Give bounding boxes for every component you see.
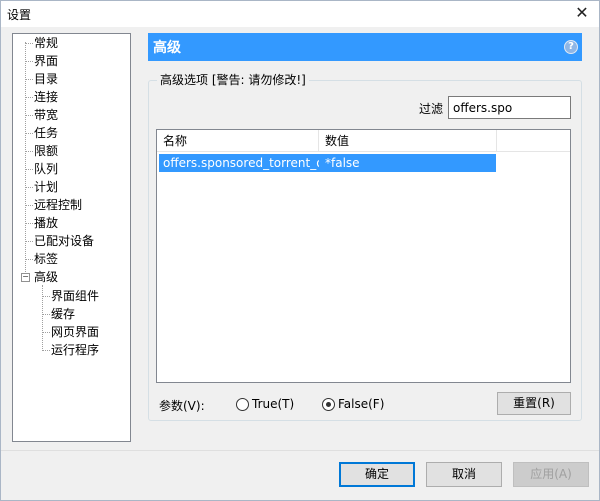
tree-branch	[42, 332, 50, 333]
radio-false-label: False(F)	[338, 397, 385, 411]
close-icon[interactable]: ✕	[565, 1, 599, 27]
tree-item-web-ui[interactable]: 网页界面	[51, 324, 99, 341]
tree-branch	[25, 43, 33, 44]
cancel-button[interactable]: 取消	[426, 462, 502, 487]
tree-item-connection[interactable]: 连接	[34, 89, 58, 106]
collapse-icon[interactable]: −	[21, 273, 30, 282]
settings-window: 设置 ✕ 常规 界面 目录 连接 带宽 任务 限额 队列 计划 远程控制 播放 …	[0, 0, 600, 501]
table-row[interactable]: offers.sponsored_torrent_of... *false	[159, 154, 496, 172]
help-icon[interactable]: ?	[564, 40, 578, 54]
radio-false-indicator[interactable]	[322, 397, 335, 411]
radio-true-label: True(T)	[252, 397, 295, 411]
param-label: 参数(V):	[159, 399, 205, 413]
tree-item-queueing[interactable]: 队列	[34, 161, 58, 178]
tree-item-remote[interactable]: 远程控制	[34, 197, 82, 214]
apply-button[interactable]: 应用(A)	[513, 462, 589, 487]
window-title: 设置	[7, 8, 32, 22]
radio-true[interactable]: True(T)	[236, 396, 294, 412]
row-name-cell: offers.sponsored_torrent_of...	[163, 156, 319, 170]
tree-branch	[25, 205, 33, 206]
dialog-footer	[1, 451, 599, 500]
list-header: 名称 数值	[157, 130, 570, 152]
tree-branch	[25, 133, 33, 134]
tree-item-directories[interactable]: 目录	[34, 71, 58, 88]
tree-branch	[25, 115, 33, 116]
tree-item-labels[interactable]: 标签	[34, 251, 58, 268]
tree-branch	[25, 241, 33, 242]
tree-branch	[25, 79, 33, 80]
tree-item-bittorrent[interactable]: 任务	[34, 125, 58, 142]
tree-branch	[42, 314, 50, 315]
section-title: 高级	[153, 40, 181, 56]
settings-tree: 常规 界面 目录 连接 带宽 任务 限额 队列 计划 远程控制 播放 已配对设备…	[12, 33, 131, 442]
tree-branch	[25, 169, 33, 170]
tree-item-ui-extras[interactable]: 界面组件	[51, 288, 99, 305]
section-header: 高级 ?	[148, 33, 582, 61]
tree-item-ui[interactable]: 界面	[34, 53, 58, 70]
tree-branch	[42, 350, 50, 351]
filter-input[interactable]	[448, 96, 571, 119]
row-value-cell: *false	[325, 156, 360, 170]
ok-button[interactable]: 确定	[339, 462, 415, 487]
options-list: 名称 数值 offers.sponsored_torrent_of... *fa…	[156, 129, 571, 383]
tree-branch	[42, 296, 50, 297]
tree-branch	[25, 97, 33, 98]
tree-connector-line	[25, 42, 26, 280]
tree-branch	[25, 259, 33, 260]
tree-item-playback[interactable]: 播放	[34, 215, 58, 232]
tree-item-general[interactable]: 常规	[34, 35, 58, 52]
tree-branch	[25, 223, 33, 224]
group-label: 高级选项 [警告: 请勿修改!]	[157, 71, 309, 88]
tree-branch	[25, 151, 33, 152]
tree-item-scheduler[interactable]: 计划	[34, 179, 58, 196]
tree-item-advanced[interactable]: 高级	[34, 269, 58, 286]
tree-item-transfer-cap[interactable]: 限额	[34, 143, 58, 160]
radio-false[interactable]: False(F)	[322, 396, 384, 412]
tree-connector-line	[42, 285, 43, 349]
tree-item-bandwidth[interactable]: 带宽	[34, 107, 58, 124]
tree-branch	[25, 187, 33, 188]
filter-label: 过滤	[419, 102, 444, 116]
column-header-value[interactable]: 数值	[319, 130, 497, 152]
radio-true-indicator[interactable]	[236, 397, 249, 411]
tree-item-disk-cache[interactable]: 缓存	[51, 306, 75, 323]
tree-branch	[25, 61, 33, 62]
title-bar: 设置 ✕	[1, 1, 599, 27]
reset-button[interactable]: 重置(R)	[497, 392, 571, 415]
tree-item-run-program[interactable]: 运行程序	[51, 342, 99, 359]
tree-item-paired-devices[interactable]: 已配对设备	[34, 233, 94, 250]
column-header-name[interactable]: 名称	[157, 130, 319, 152]
